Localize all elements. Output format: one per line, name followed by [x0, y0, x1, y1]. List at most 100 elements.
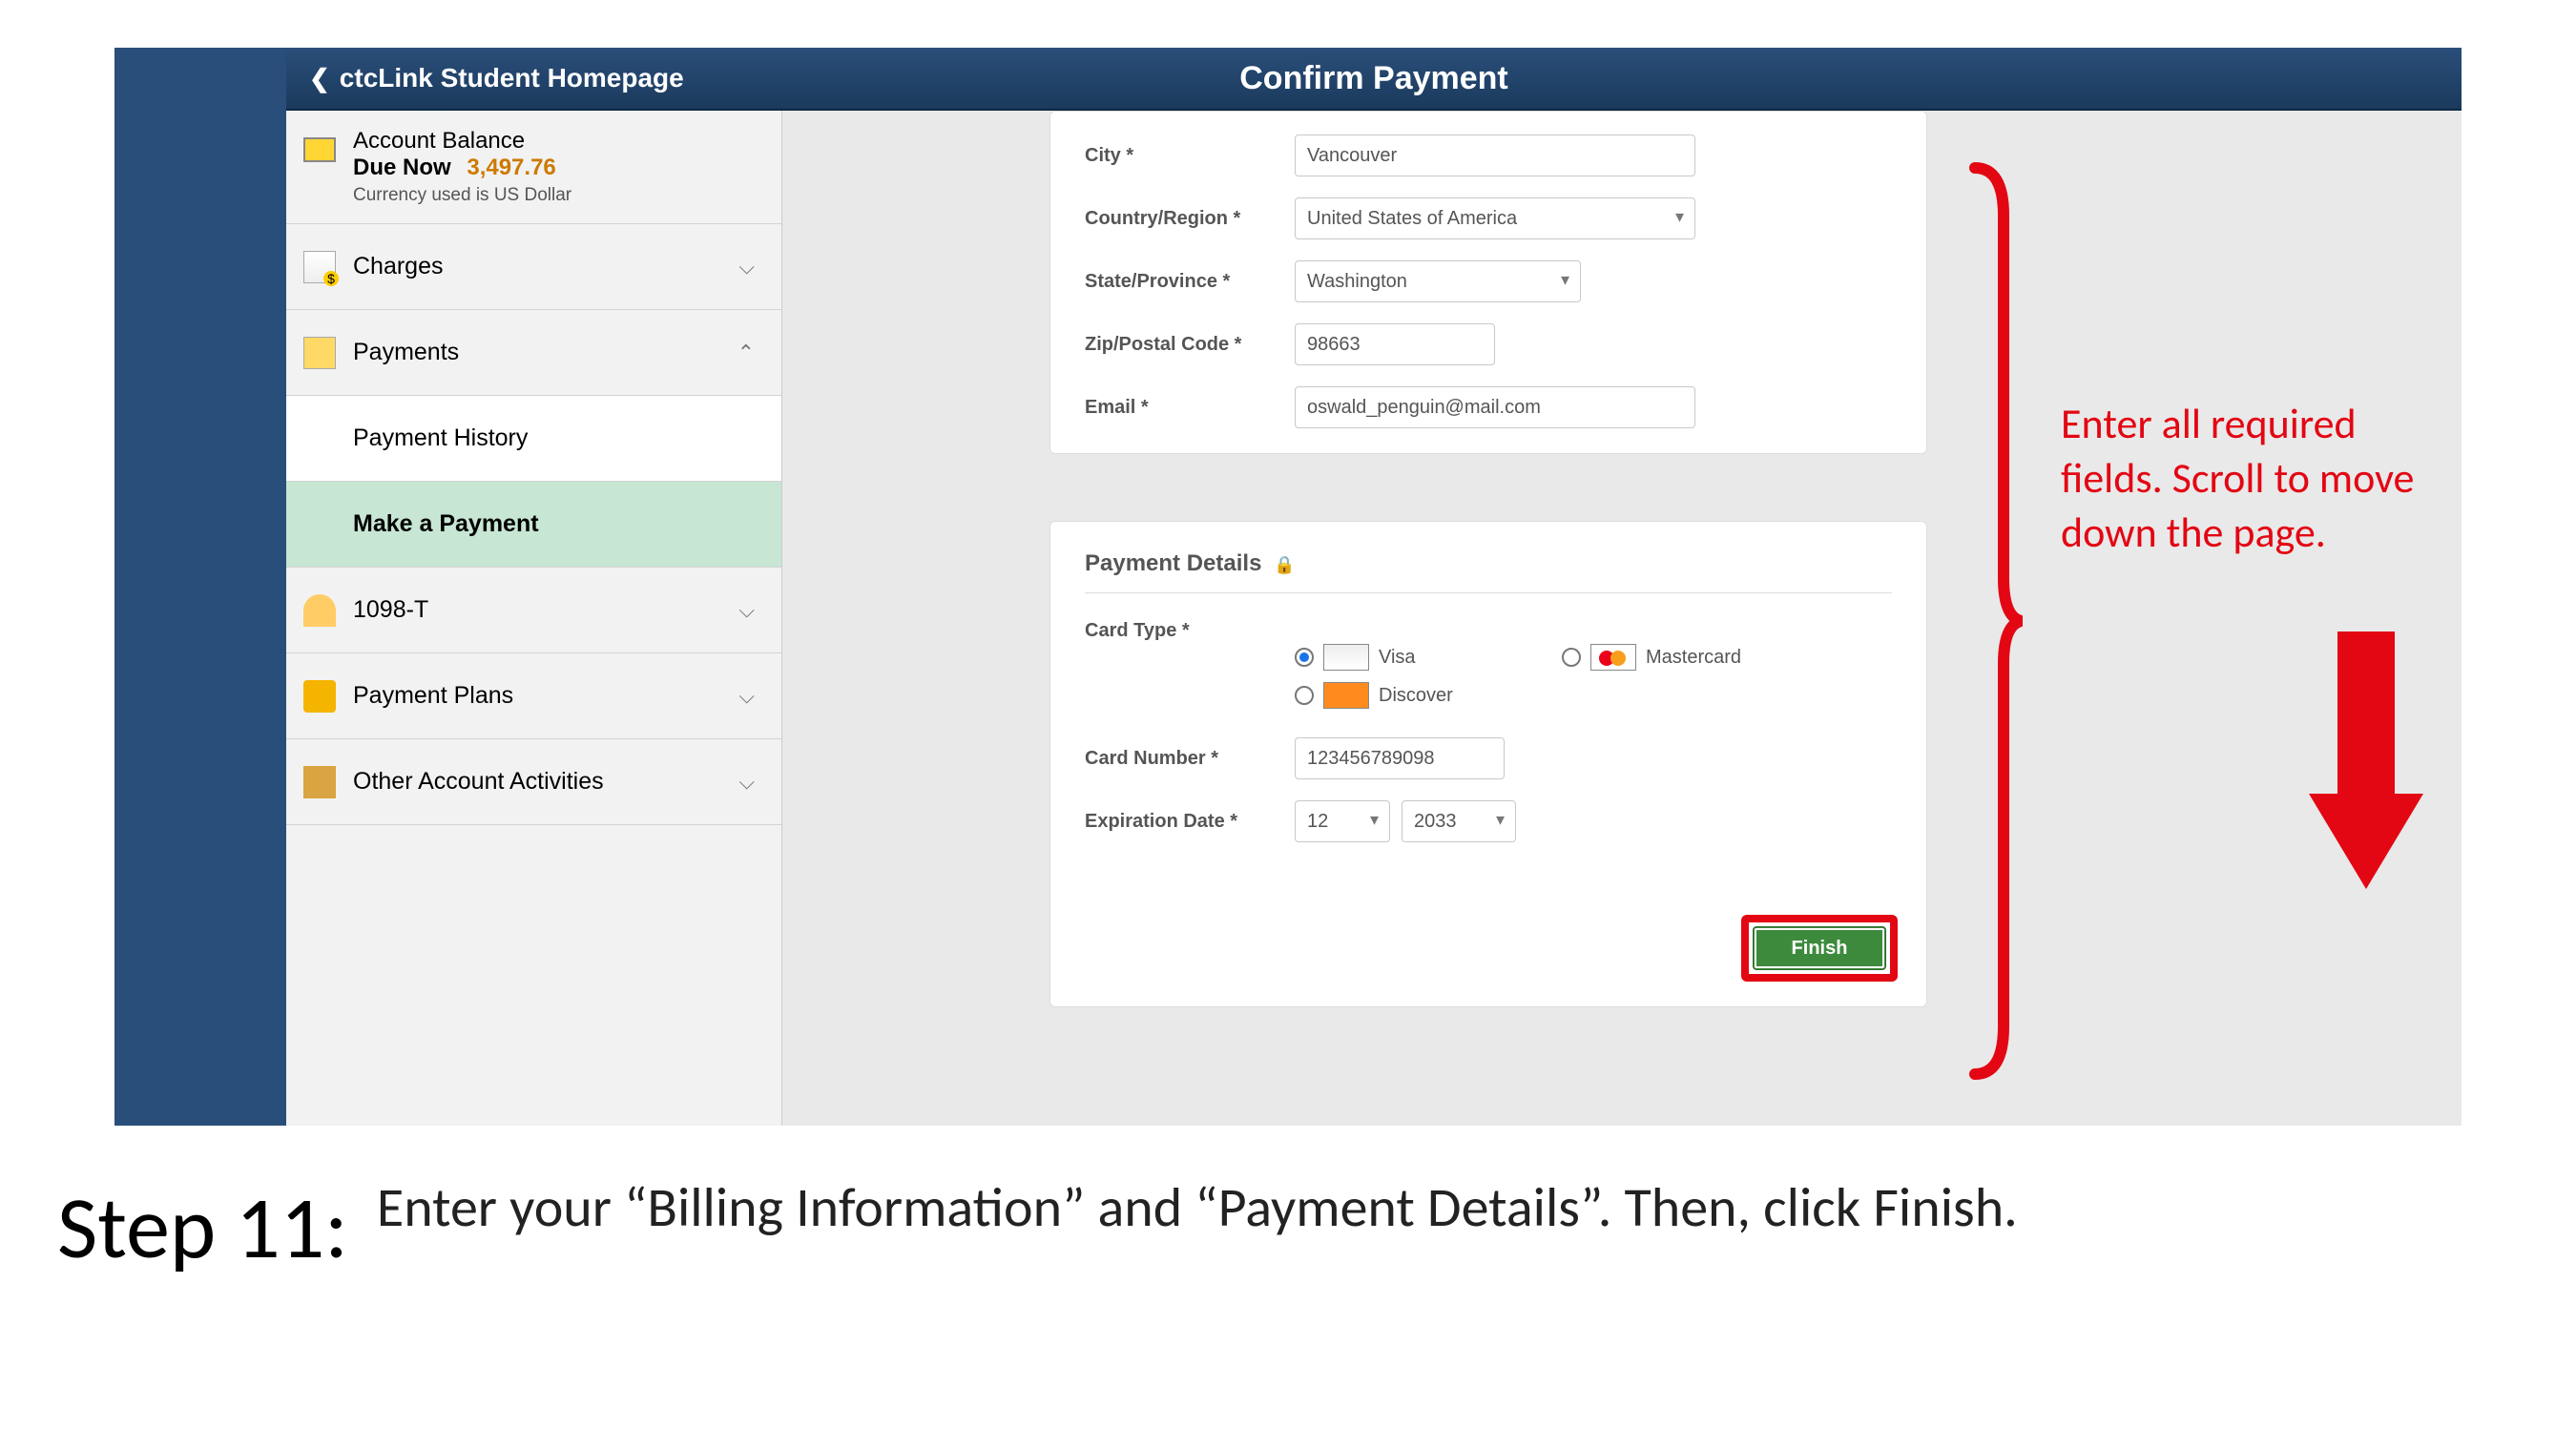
sidebar-item-label: Payment History [353, 424, 528, 452]
radio-visa[interactable] [1295, 648, 1314, 667]
form-row-card-type: Card Type * [1085, 620, 1892, 642]
step-body: Enter your “Billing Information” and “Pa… [377, 1173, 2018, 1243]
account-balance-box: Account Balance Due Now 3,497.76 Currenc… [286, 111, 781, 224]
form-row-card-number: Card Number * [1085, 737, 1892, 779]
app-area: ❮ ctcLink Student Homepage Confirm Payme… [286, 48, 2462, 1126]
payment-details-card: Payment Details 🔒 Card Type * Visa [1049, 521, 1927, 1007]
sidebar-subitem-payment-history[interactable]: Payment History [286, 396, 781, 482]
form-row-state: State/Province * [1085, 260, 1892, 302]
discover-label: Discover [1379, 685, 1453, 707]
payments-icon [303, 337, 336, 369]
country-select-wrap [1295, 197, 1695, 239]
form-row-country: Country/Region * [1085, 197, 1892, 239]
account-balance-label: Account Balance [353, 128, 762, 155]
chevron-down-icon: ⌵ [738, 684, 755, 709]
sidebar: Account Balance Due Now 3,497.76 Currenc… [286, 111, 782, 1126]
back-to-homepage-link[interactable]: ❮ ctcLink Student Homepage [309, 48, 684, 109]
main-content: City * Country/Region * State/Province * [782, 111, 2462, 1126]
sidebar-item-label: Other Account Activities [353, 768, 604, 796]
mastercard-logo-icon [1590, 644, 1636, 671]
step-text-bold: Billing Information [647, 1173, 1062, 1241]
step-text: ” and “ [1062, 1173, 1218, 1241]
payment-details-title: Payment Details 🔒 [1085, 550, 1892, 593]
card-number-input[interactable] [1295, 737, 1505, 779]
radio-mastercard[interactable] [1562, 648, 1581, 667]
currency-note: Currency used is US Dollar [353, 185, 762, 206]
card-type-label: Card Type * [1085, 620, 1295, 642]
exp-month-select[interactable] [1295, 800, 1390, 842]
exp-month-wrap [1295, 800, 1390, 842]
zip-input[interactable] [1295, 323, 1495, 365]
discover-logo-icon [1323, 682, 1369, 709]
chevron-down-icon: ⌵ [738, 598, 755, 623]
chevron-left-icon: ❮ [309, 64, 330, 93]
zip-label: Zip/Postal Code * [1085, 334, 1295, 356]
sidebar-item-1098t[interactable]: 1098-T ⌵ [286, 568, 781, 653]
state-select-wrap [1295, 260, 1581, 302]
balance-icon [303, 137, 336, 162]
billing-info-card: City * Country/Region * State/Province * [1049, 111, 1927, 454]
sidebar-item-payment-plans[interactable]: Payment Plans ⌵ [286, 653, 781, 739]
form-row-city: City * [1085, 135, 1892, 176]
finish-button[interactable]: Finish [1753, 926, 1886, 970]
state-select[interactable] [1295, 260, 1581, 302]
sidebar-subitem-make-payment[interactable]: Make a Payment [286, 482, 781, 568]
sidebar-item-label: 1098-T [353, 596, 428, 624]
step-number-label: Step 11: [57, 1173, 348, 1281]
card-option-mastercard[interactable]: Mastercard [1562, 644, 1829, 671]
sidebar-item-charges[interactable]: Charges ⌵ [286, 224, 781, 310]
left-margin-strip [114, 48, 286, 1126]
card-option-visa[interactable]: Visa [1295, 644, 1562, 671]
chevron-down-icon: ⌵ [738, 770, 755, 795]
charges-icon [303, 251, 336, 283]
exp-year-select[interactable] [1402, 800, 1516, 842]
city-input[interactable] [1295, 135, 1695, 176]
chevron-down-icon: ⌵ [738, 255, 755, 279]
app-header: ❮ ctcLink Student Homepage Confirm Payme… [286, 48, 2462, 111]
form-row-exp-date: Expiration Date * [1085, 800, 1892, 842]
step-text: . [2004, 1173, 2018, 1241]
annotation-arrow-icon [2309, 631, 2423, 899]
due-now-row: Due Now 3,497.76 [353, 155, 762, 181]
form-row-email: Email * [1085, 386, 1892, 428]
sidebar-item-payments[interactable]: Payments ⌃ [286, 310, 781, 396]
due-now-label: Due Now [353, 155, 451, 180]
lock-icon: 🔒 [1274, 555, 1295, 574]
folder-icon [303, 766, 336, 798]
sidebar-item-other-activities[interactable]: Other Account Activities ⌵ [286, 739, 781, 825]
screenshot-container: ❮ ctcLink Student Homepage Confirm Payme… [114, 48, 2462, 1126]
exp-date-label: Expiration Date * [1085, 811, 1295, 833]
sidebar-item-label: Make a Payment [353, 510, 539, 538]
form-row-zip: Zip/Postal Code * [1085, 323, 1892, 365]
chevron-up-icon: ⌃ [737, 341, 755, 365]
email-label: Email * [1085, 397, 1295, 419]
mastercard-label: Mastercard [1646, 647, 1741, 669]
step-text-bold: Finish [1873, 1173, 2004, 1241]
due-now-amount: 3,497.76 [467, 155, 555, 180]
sidebar-item-label: Payments [353, 339, 459, 366]
country-select[interactable] [1295, 197, 1695, 239]
radio-discover[interactable] [1295, 686, 1314, 705]
country-label: Country/Region * [1085, 208, 1295, 230]
visa-logo-icon [1323, 644, 1369, 671]
coins-icon [303, 680, 336, 713]
step-text: ”. Then, click [1580, 1173, 1873, 1241]
visa-label: Visa [1379, 647, 1416, 669]
email-input[interactable] [1295, 386, 1695, 428]
annotation-text: Enter all required fields. Scroll to mov… [2061, 397, 2423, 561]
card-type-options: Visa Mastercard Discover [1295, 644, 1892, 709]
sidebar-item-label: Charges [353, 253, 444, 280]
city-label: City * [1085, 145, 1295, 167]
step-caption: Step 11: Enter your “Billing Information… [57, 1173, 2519, 1281]
step-text-bold: Payment Details [1218, 1173, 1580, 1241]
annotation-bracket-icon [1965, 158, 2023, 1084]
state-label: State/Province * [1085, 271, 1295, 293]
card-number-label: Card Number * [1085, 748, 1295, 770]
card-option-discover[interactable]: Discover [1295, 682, 1562, 709]
finish-button-highlight: Finish [1741, 915, 1898, 982]
back-link-label: ctcLink Student Homepage [340, 63, 684, 93]
person-icon [303, 594, 336, 627]
step-text: Enter your “ [377, 1173, 648, 1241]
sidebar-item-label: Payment Plans [353, 682, 513, 710]
exp-year-wrap [1402, 800, 1516, 842]
